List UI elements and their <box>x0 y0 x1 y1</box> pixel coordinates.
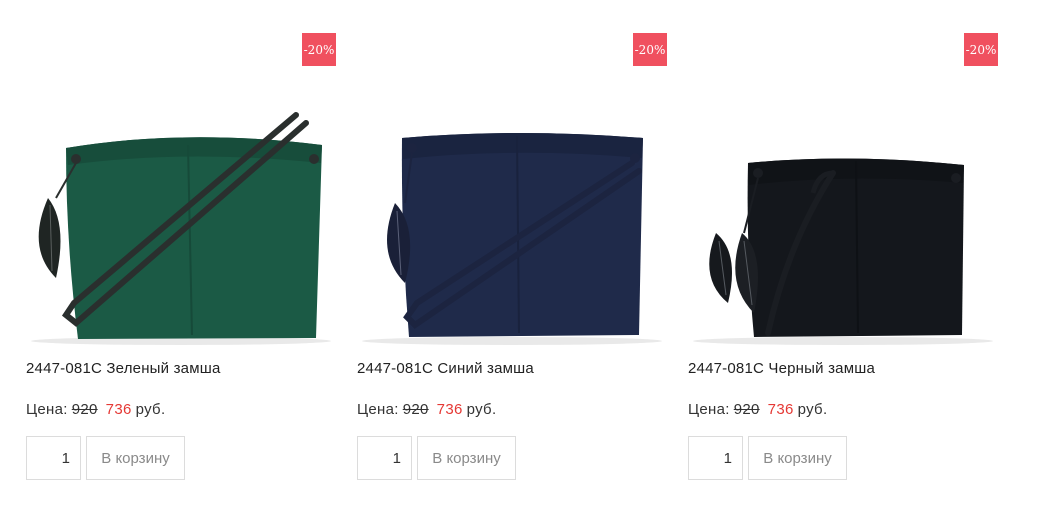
product-title[interactable]: 2447-081C Зеленый замша <box>26 360 221 377</box>
product-card: -20% 2447-081C Зеленый замша Цена: 920 736… <box>26 33 336 483</box>
product-grid: -20% 2447-081C Зеленый замша Цена: 920 736… <box>26 33 1026 493</box>
quantity-input[interactable] <box>357 436 412 480</box>
discount-badge: -20% <box>964 33 998 66</box>
new-price: 736 <box>105 401 132 418</box>
quantity-input[interactable] <box>688 436 743 480</box>
new-price: 736 <box>436 401 463 418</box>
price-label: Цена: <box>357 401 399 418</box>
product-title[interactable]: 2447-081C Синий замша <box>357 360 534 377</box>
new-price: 736 <box>767 401 794 418</box>
currency: руб. <box>135 401 166 418</box>
discount-badge: -20% <box>633 33 667 66</box>
add-to-cart-button[interactable]: В корзину <box>748 436 847 480</box>
old-price: 920 <box>402 401 429 418</box>
product-price: Цена: 920 736 руб. <box>688 401 827 418</box>
product-card: -20% 2447-081C Черный замша Цена: 920 736 р… <box>688 33 998 483</box>
currency: руб. <box>466 401 497 418</box>
old-price: 920 <box>733 401 760 418</box>
old-price: 920 <box>71 401 98 418</box>
bag-image <box>31 112 331 345</box>
product-title[interactable]: 2447-081C Черный замша <box>688 360 875 377</box>
product-image[interactable] <box>688 103 998 348</box>
price-label: Цена: <box>688 401 730 418</box>
product-price: Цена: 920 736 руб. <box>357 401 496 418</box>
currency: руб. <box>797 401 828 418</box>
price-label: Цена: <box>26 401 68 418</box>
product-price: Цена: 920 736 руб. <box>26 401 165 418</box>
product-image[interactable] <box>357 103 667 348</box>
bag-image <box>693 158 993 345</box>
quantity-input[interactable] <box>26 436 81 480</box>
add-to-cart-button[interactable]: В корзину <box>417 436 516 480</box>
discount-badge: -20% <box>302 33 336 66</box>
product-image[interactable] <box>26 103 336 348</box>
bag-image <box>362 133 662 345</box>
product-card: -20% 2447-081C Синий замша Цена: 920 736 ру… <box>357 33 667 483</box>
add-to-cart-button[interactable]: В корзину <box>86 436 185 480</box>
